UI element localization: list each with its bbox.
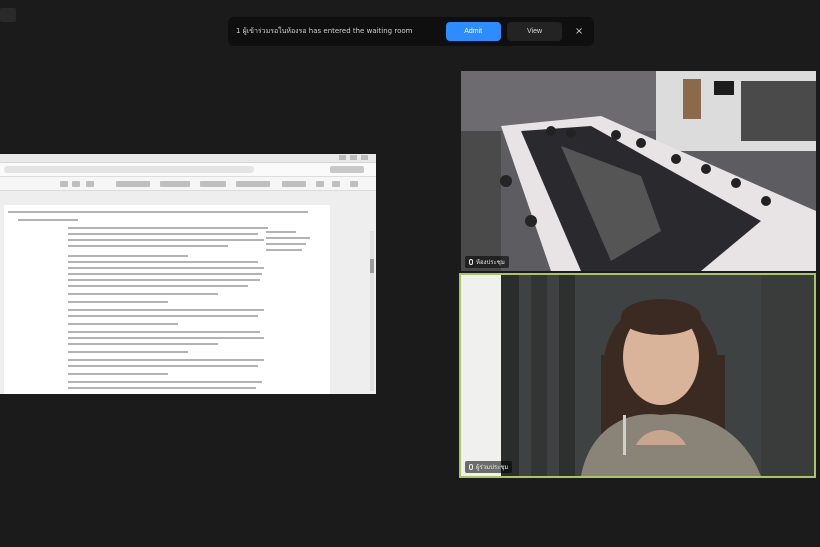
notification-message: 1 ผู้เข้าร่วมรอในห้องรอ has entered the … — [236, 27, 413, 35]
comment-text-line — [266, 249, 302, 251]
redo-icon — [72, 181, 80, 187]
zoom-select — [116, 181, 150, 187]
document-text-line — [68, 315, 258, 317]
extension-icons — [330, 166, 364, 173]
document-text-line — [68, 343, 218, 345]
font-size-select — [236, 181, 270, 187]
document-text-line — [68, 323, 178, 325]
document-scrollbar[interactable] — [370, 231, 374, 391]
document-text-line — [68, 381, 262, 383]
mic-icon — [469, 464, 473, 470]
document-text-line — [68, 267, 264, 269]
document-text-line — [68, 301, 168, 303]
document-text-line — [68, 233, 258, 235]
document-canvas — [0, 191, 376, 394]
document-text-line — [68, 279, 260, 281]
document-text-line — [68, 331, 260, 333]
more-icon — [350, 181, 358, 187]
mic-icon — [469, 259, 473, 265]
undo-icon — [60, 181, 68, 187]
window-corner-badge — [0, 8, 16, 22]
document-text-line — [68, 273, 262, 275]
print-icon — [86, 181, 94, 187]
participant-name: ผู้ร่วมประชุม — [476, 464, 509, 471]
document-text-line — [68, 293, 218, 295]
italic-icon — [332, 181, 340, 187]
maximize-icon — [350, 155, 357, 160]
waiting-room-notification: 1 ผู้เข้าร่วมรอในห้องรอ has entered the … — [228, 17, 594, 46]
url-field — [4, 166, 254, 173]
document-text-line — [68, 261, 258, 263]
document-text-line — [68, 239, 264, 241]
room-video-feed — [461, 71, 816, 271]
comment-text-line — [266, 243, 306, 245]
admit-button[interactable]: Admit — [445, 22, 501, 41]
document-text-line — [8, 211, 308, 213]
browser-titlebar — [0, 154, 376, 163]
document-text-line — [68, 373, 168, 375]
document-text-line — [68, 337, 264, 339]
bold-icon — [316, 181, 324, 187]
comment-text-line — [266, 237, 310, 239]
document-text-line — [68, 227, 268, 229]
participant-name-tag: ห้องประชุม — [465, 256, 509, 268]
document-text-line — [68, 255, 188, 257]
document-text-line — [68, 359, 264, 361]
view-button[interactable]: View — [506, 22, 563, 41]
scrollbar-thumb[interactable] — [370, 259, 374, 273]
document-text-line — [68, 365, 258, 367]
document-comment — [266, 231, 314, 257]
window-controls — [339, 155, 368, 160]
document-toolbar — [0, 177, 376, 191]
document-text-line — [68, 387, 256, 389]
document-text-line — [68, 309, 264, 311]
video-tile-room[interactable]: ห้องประชุม — [461, 71, 816, 271]
shared-screen-document[interactable] — [0, 154, 376, 394]
document-text-line — [68, 351, 188, 353]
browser-address-bar — [0, 163, 376, 177]
speaker-video-feed — [461, 275, 814, 476]
document-text-line — [68, 245, 228, 247]
font-select — [200, 181, 226, 187]
document-text-line — [68, 285, 248, 287]
close-icon[interactable]: × — [572, 26, 586, 37]
format-tools — [282, 181, 306, 187]
participant-name-tag: ผู้ร่วมประชุม — [465, 461, 513, 473]
document-text-line — [18, 219, 78, 221]
minimize-icon — [339, 155, 346, 160]
video-tile-active-speaker[interactable]: ผู้ร่วมประชุม — [459, 273, 816, 478]
comment-text-line — [266, 231, 296, 233]
close-window-icon — [361, 155, 368, 160]
participant-name: ห้องประชุม — [476, 259, 505, 266]
style-select — [160, 181, 190, 187]
